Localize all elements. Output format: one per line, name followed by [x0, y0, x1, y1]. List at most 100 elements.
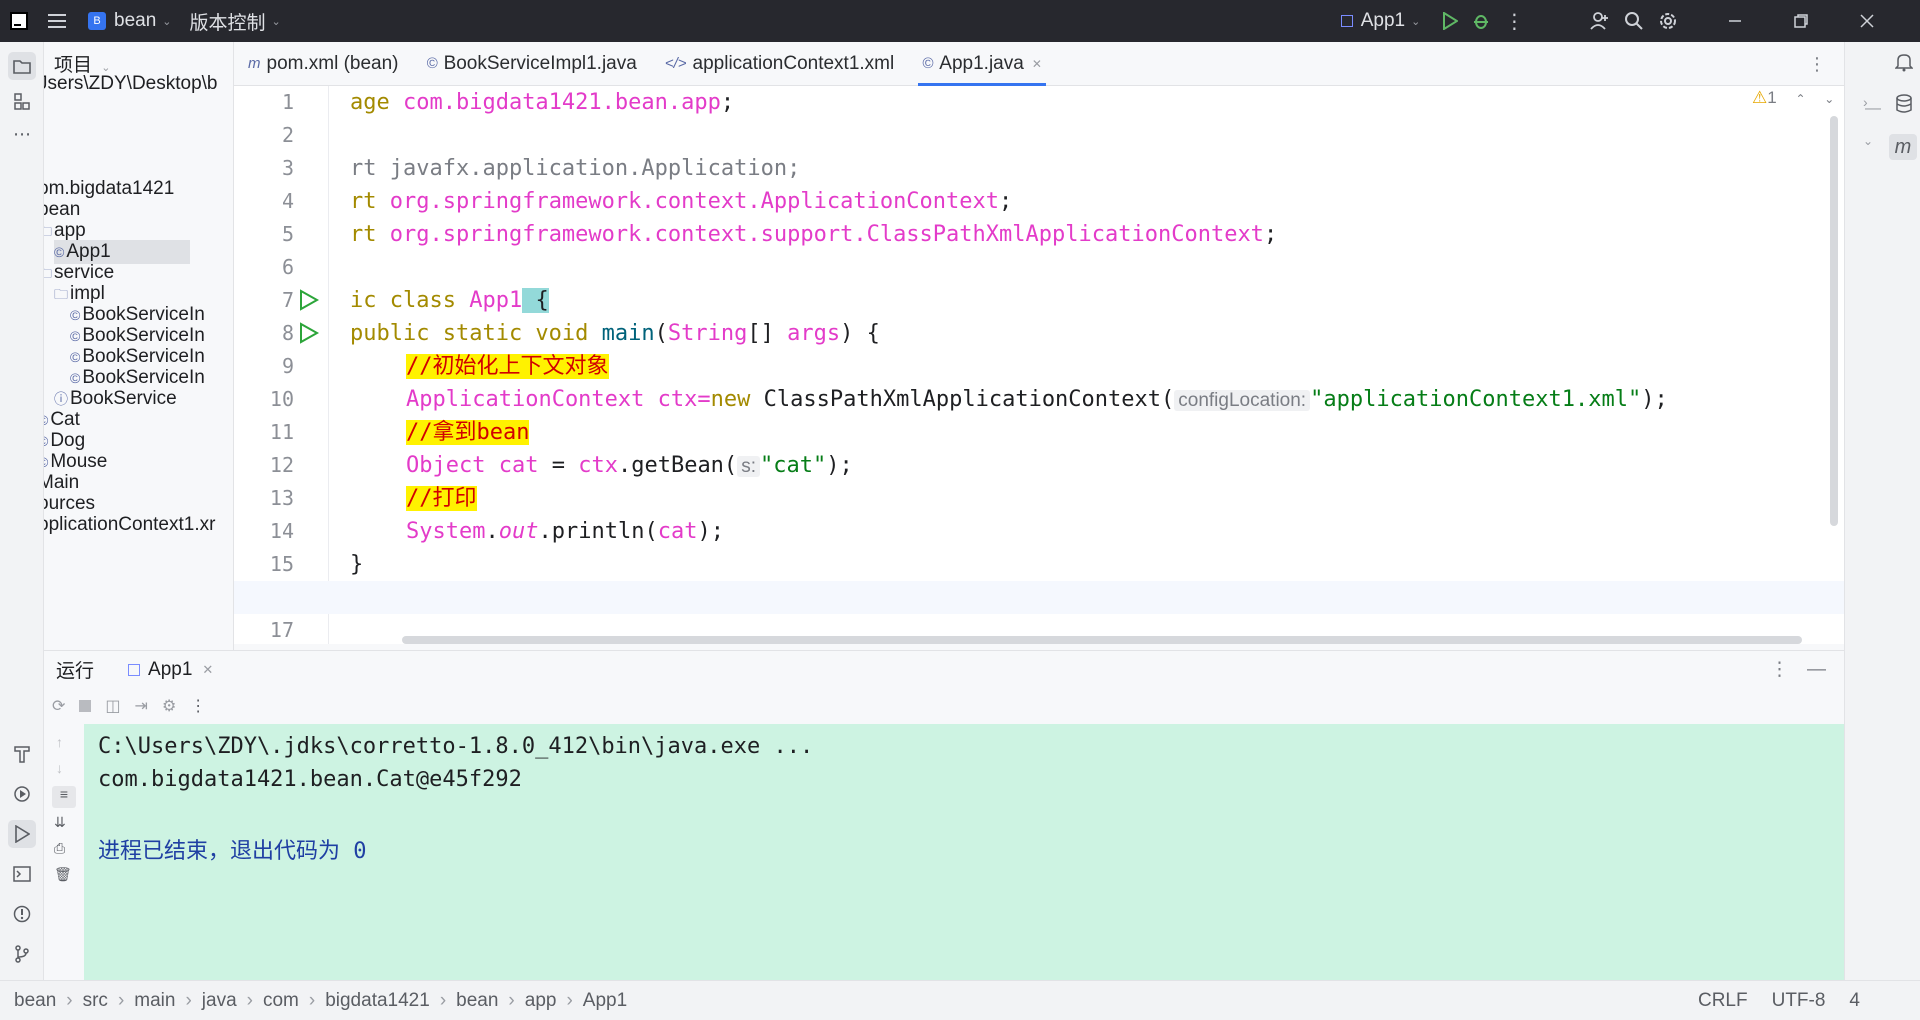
project-selector[interactable]: B bean ⌄ — [88, 0, 172, 42]
vertical-scrollbar[interactable] — [1830, 116, 1838, 526]
editor-tab[interactable]: © BookServiceImpl1.java — [413, 42, 651, 86]
run-gutter-icon[interactable] — [298, 322, 320, 344]
code-line-9: //初始化上下文对象 — [406, 354, 609, 379]
close-icon[interactable]: ✕ — [202, 662, 213, 678]
editor-tab[interactable]: © App1.java ✕ — [908, 42, 1056, 86]
breadcrumb-item[interactable]: main — [134, 990, 175, 1012]
tree-item-label: impl — [70, 283, 105, 304]
run-toolbar: ⟳ ◫ ⇥ ⚙ ⋮ — [44, 688, 1844, 724]
run-gutter-icon[interactable] — [298, 289, 320, 311]
breadcrumb-item[interactable]: src — [83, 990, 108, 1012]
vcs-selector[interactable]: 版本控制 ⌄ — [190, 0, 281, 42]
horizontal-scrollbar[interactable] — [402, 636, 1802, 644]
problems-icon[interactable] — [8, 900, 36, 928]
line-separator[interactable]: CRLF — [1698, 990, 1748, 1012]
rerun-icon[interactable]: ⟳ — [52, 696, 65, 716]
run-icon[interactable] — [1442, 0, 1459, 42]
minimize-icon[interactable] — [1728, 0, 1742, 42]
settings-icon[interactable] — [1658, 0, 1678, 42]
code-line-8: public static void main(String[] args) { — [350, 321, 880, 346]
chevron-down-icon[interactable]: ⌄ — [1863, 134, 1873, 148]
database-icon[interactable] — [1895, 94, 1913, 119]
more-actions-icon[interactable]: ⋮ — [190, 696, 206, 716]
build-icon[interactable] — [8, 740, 36, 768]
tree-item[interactable]: oplicationContext1.xr — [44, 513, 215, 537]
chevron-down-icon: ⌄ — [271, 15, 281, 28]
restore-layout-icon[interactable]: ⇥ — [135, 696, 148, 716]
breadcrumb-item[interactable]: bigdata1421 — [325, 990, 430, 1012]
more-tools-icon[interactable]: ⋯ — [8, 120, 36, 148]
terminal-icon[interactable] — [8, 860, 36, 888]
add-user-icon[interactable] — [1590, 0, 1610, 42]
notifications-icon[interactable] — [1894, 52, 1914, 77]
breadcrumb-item[interactable]: java — [202, 990, 237, 1012]
breadcrumb-item[interactable]: app — [525, 990, 557, 1012]
warning-indicator[interactable]: ⚠1 ⌃ ⌄ — [1752, 88, 1834, 108]
console-line: 进程已结束，退出代码为 0 — [98, 839, 367, 864]
run-panel-minimize-icon[interactable]: — — [1807, 659, 1826, 681]
breadcrumb-item[interactable]: bean — [14, 990, 56, 1012]
class-icon: © — [70, 349, 81, 365]
tab-label: BookServiceImpl1.java — [443, 52, 637, 74]
line-number: 7 — [281, 288, 294, 312]
chevron-right-icon: › — [566, 989, 573, 1011]
code-line-10: ApplicationContext ctx=new ClassPathXmlA… — [406, 387, 1668, 412]
line-number: 13 — [269, 486, 294, 510]
services-icon[interactable] — [8, 780, 36, 808]
editor-tab[interactable]: </> applicationContext1.xml — [651, 42, 908, 86]
run-side-toolbar: ↑ ↓ ≡ ⇊ ⎙ 🗑 — [44, 724, 84, 980]
breadcrumb: bean › src › main › java › com › bigdata1421 › bean ›… — [14, 990, 627, 1012]
run-panel-options-icon[interactable]: ⋮ — [1770, 658, 1789, 681]
folder-icon[interactable] — [8, 52, 36, 80]
maven-icon[interactable]: m — [1889, 134, 1917, 160]
camera-icon[interactable]: ◫ — [105, 696, 120, 716]
run-config-selector[interactable]: App1 ⌄ — [1340, 0, 1420, 42]
tree-item-label: BookServiceIn — [82, 325, 205, 346]
tree-item-label: oplicationContext1.xr — [44, 514, 216, 535]
chevron-right-icon: › — [246, 989, 253, 1011]
breadcrumb-item[interactable]: App1 — [583, 990, 627, 1012]
file-type-icon: © — [922, 55, 934, 72]
chevron-up-icon[interactable]: ⌃ — [1795, 92, 1805, 106]
structure-icon[interactable] — [8, 88, 36, 116]
scroll-to-end-icon[interactable]: ⇊ — [54, 814, 66, 831]
debug-icon[interactable] — [1472, 0, 1490, 42]
breadcrumb-item[interactable]: bean — [456, 990, 498, 1012]
chevron-right-icon: › — [308, 989, 316, 1011]
print-icon[interactable]: ⎙ — [54, 840, 65, 857]
main-menu-icon[interactable] — [48, 0, 66, 42]
console-output[interactable]: C:\Users\ZDY\.jdks\corretto-1.8.0_412\bi… — [84, 724, 1844, 980]
trash-icon[interactable]: 🗑 — [54, 866, 72, 883]
git-icon[interactable] — [8, 940, 36, 968]
soft-wrap-icon[interactable]: ≡ — [52, 786, 76, 808]
settings-icon[interactable]: ⚙ — [162, 696, 176, 716]
chevron-right-icon[interactable]: › — [1863, 94, 1868, 110]
restore-icon[interactable] — [1794, 0, 1809, 42]
code-line-12: Object cat = ctx.getBean(s: "cat"); — [406, 453, 853, 478]
tree-item[interactable]: Jsers\ZDY\Desktop\b — [44, 72, 218, 96]
close-icon[interactable]: ✕ — [1032, 57, 1042, 71]
param-hint: s: — [737, 456, 760, 477]
run-tab[interactable]: App1 ✕ — [128, 659, 213, 681]
stop-icon[interactable] — [79, 700, 92, 712]
more-actions-icon[interactable]: ⋮ — [1504, 0, 1524, 42]
interface-icon: ⓘ — [54, 391, 68, 407]
breadcrumb-item[interactable]: com — [263, 990, 299, 1012]
code-line-7: ic class App1 { — [350, 288, 549, 313]
search-icon[interactable] — [1624, 0, 1644, 42]
arrow-down-icon[interactable]: ↓ — [56, 760, 63, 776]
code-editor[interactable]: 1234567891011121314151617 age com.bigdat… — [234, 86, 1844, 644]
close-icon[interactable] — [1860, 0, 1874, 42]
chevron-down-icon[interactable]: ⌄ — [1824, 92, 1834, 106]
tabs-more-icon[interactable]: ⋮ — [1808, 54, 1826, 75]
indent-setting[interactable]: 4 — [1849, 990, 1860, 1012]
code-line-1: age com.bigdata1421.bean.app; — [350, 90, 735, 115]
tree-item-label: App1 — [66, 241, 111, 262]
run-panel-icon[interactable] — [8, 820, 36, 848]
file-type-icon: © — [426, 55, 438, 72]
file-encoding[interactable]: UTF-8 — [1772, 990, 1826, 1012]
config-icon — [128, 663, 141, 676]
file-type-icon: m — [248, 55, 261, 72]
arrow-up-icon[interactable]: ↑ — [56, 734, 63, 750]
editor-tab[interactable]: m pom.xml (bean) — [234, 42, 413, 86]
